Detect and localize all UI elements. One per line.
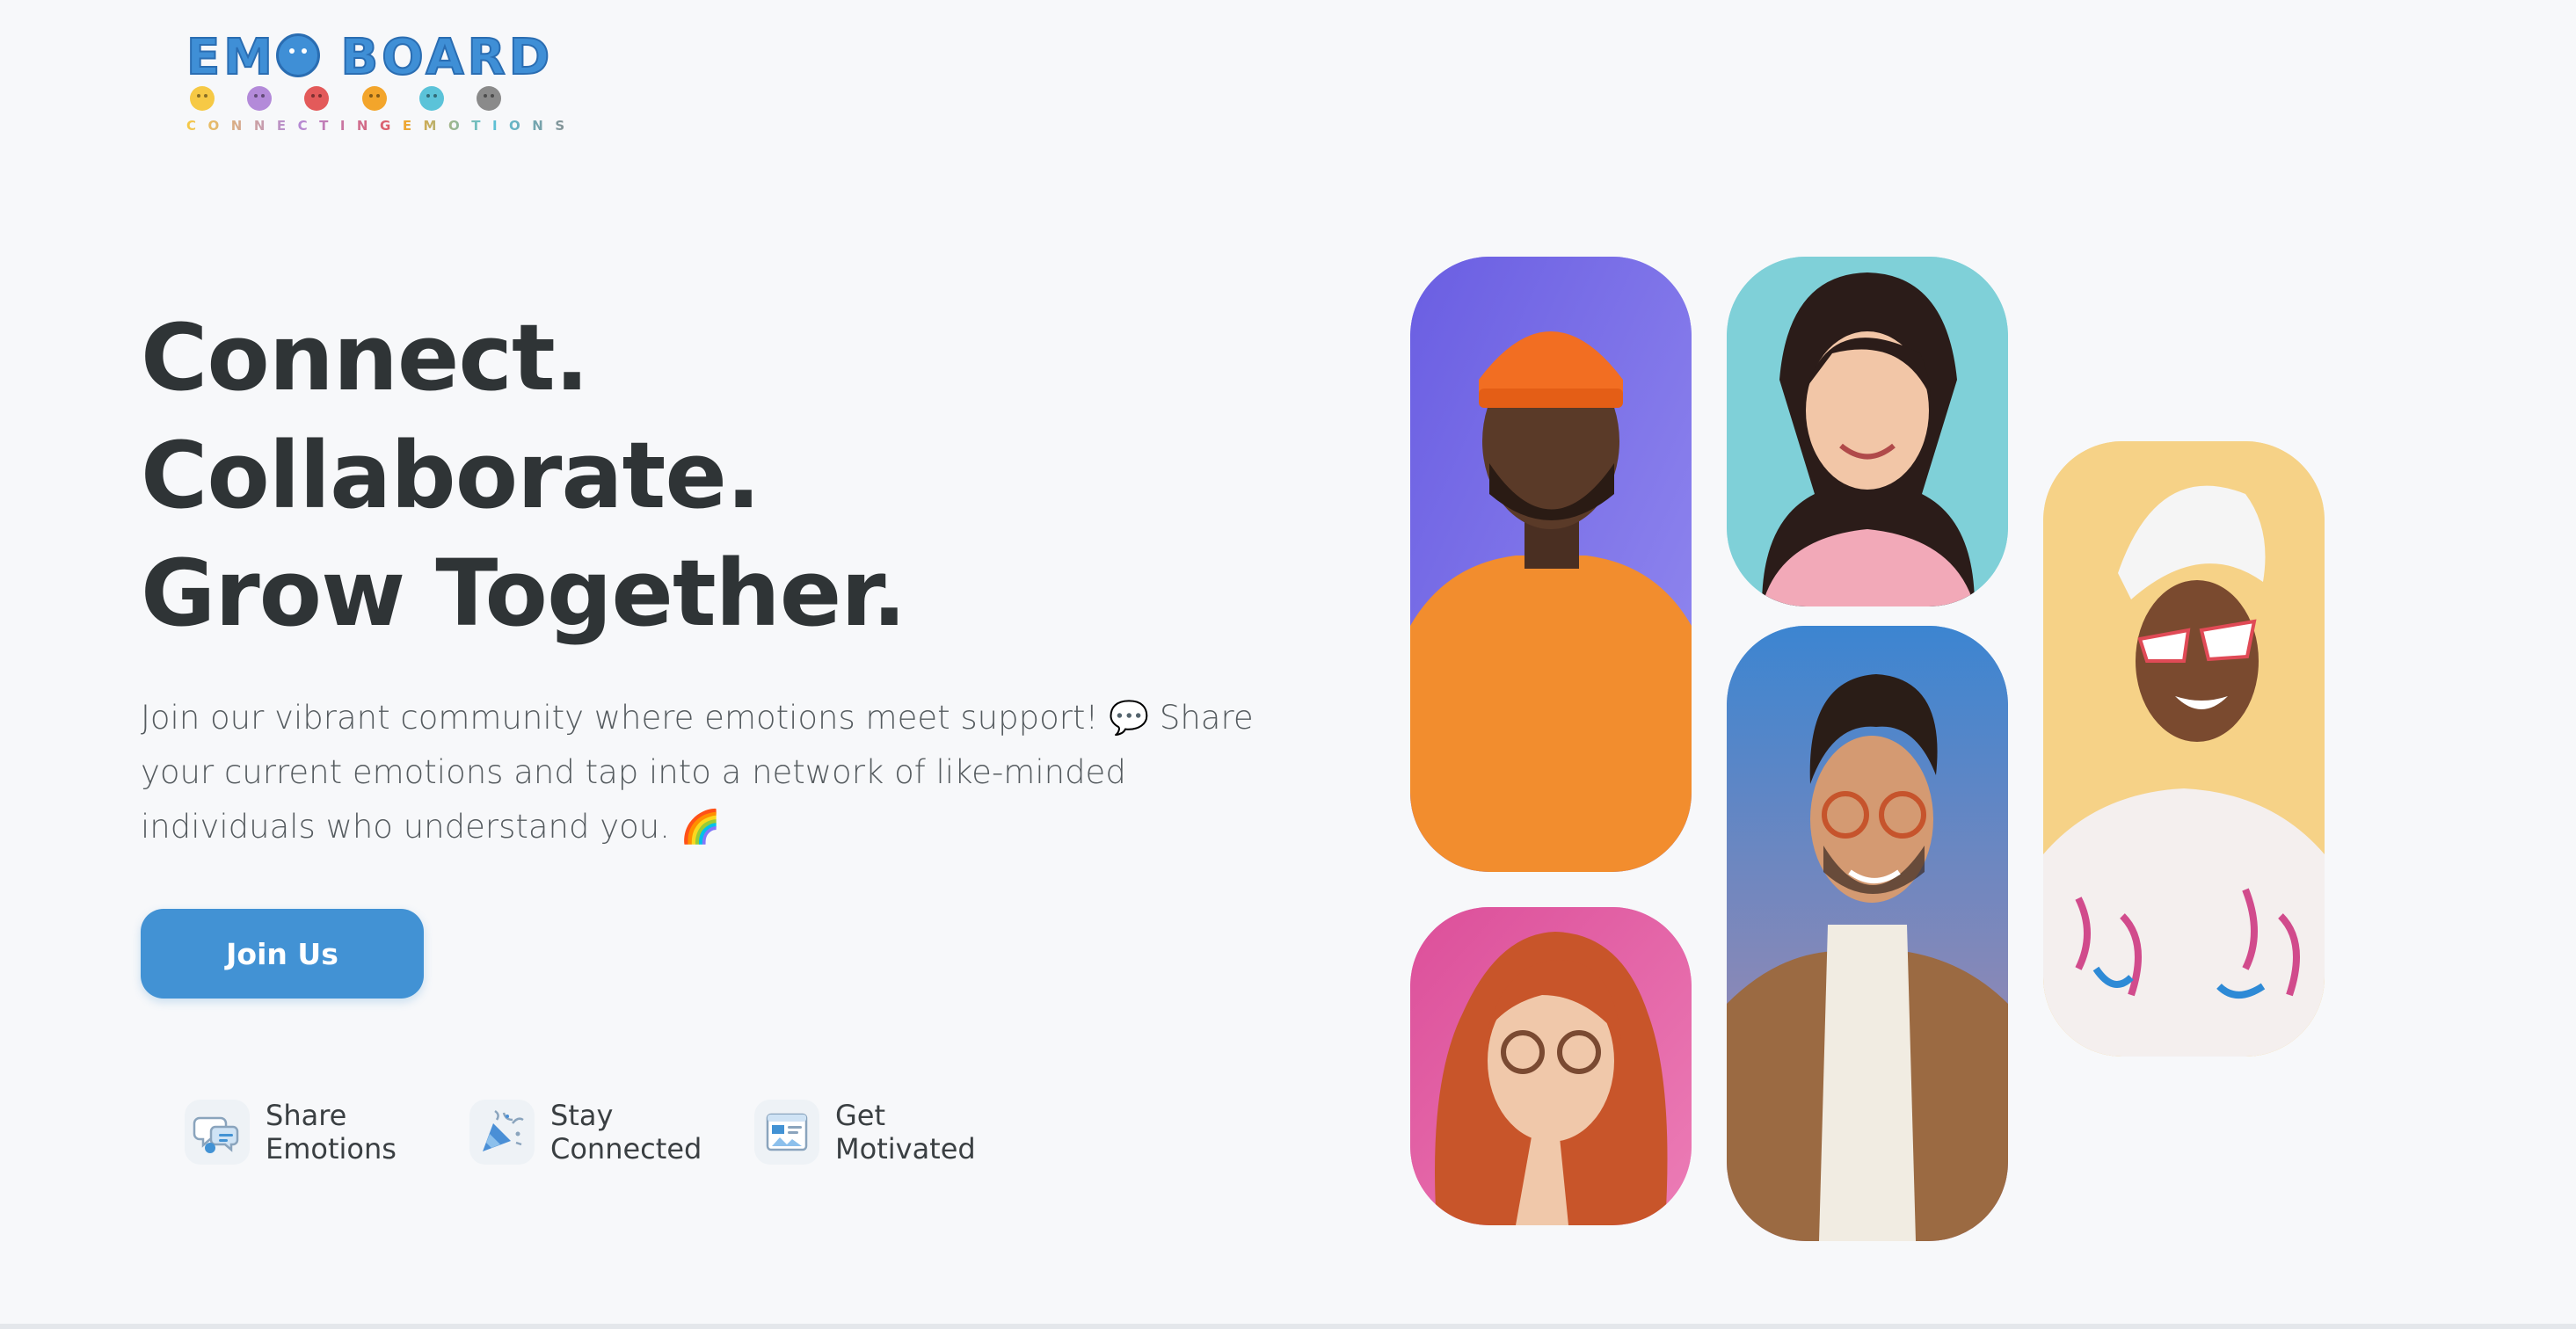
news-board-icon [754,1100,819,1165]
logo-wordmark: EM BOARD [186,29,554,86]
sad-face-icon [247,86,273,111]
smiling-woman-pink-sweater-photo [1727,257,2008,606]
feature-share-emotions: Share Emotions [185,1099,433,1166]
logo-tagline-right: EMOTIONS [402,118,577,134]
feature-label-share-emotions: Share Emotions [266,1099,397,1166]
logo-emotion-faces [186,86,505,111]
party-popper-icon [469,1100,535,1165]
headline-line-collaborate: Collaborate. [141,422,760,529]
feature-label-get-motivated: Get Motivated [835,1099,976,1166]
join-us-button[interactable]: Join Us [141,909,424,999]
logo-tagline-left: CONNECTING [186,118,403,134]
logo-word-start: EM [186,29,276,86]
logo-word-end: BOARD [319,29,554,86]
feature-list: Share Emotions Stay Connected Get Motiva… [185,1099,1039,1166]
logo-smiley-o-icon [275,33,320,77]
surprised-face-icon [361,86,387,111]
feature-label-stay-connected: Stay Connected [550,1099,702,1166]
feature-get-motivated: Get Motivated [754,1099,1002,1166]
hero-headline: Connect. Collaborate. Grow Together. [141,299,906,652]
emo-board-logo[interactable]: EM BOARD CONNECTING EMOTIONS [186,31,564,137]
feature-stay-connected: Stay Connected [469,1099,717,1166]
redhead-woman-glasses-photo [1410,907,1692,1225]
happy-face-icon [190,86,215,111]
hero-description: Join our vibrant community where emotion… [141,699,1254,846]
man-glasses-turtleneck-photo [1727,626,2008,1241]
angry-face-icon [304,86,330,111]
headline-line-grow-together: Grow Together. [141,540,906,647]
logo-tagline: CONNECTING EMOTIONS [186,118,564,134]
neutral-face-icon [476,86,501,111]
crying-face-icon [418,86,444,111]
chat-bubble-icon [185,1100,250,1165]
bottom-divider [0,1324,2576,1329]
headline-line-connect: Connect. [141,304,589,411]
man-orange-beanie-photo [1410,257,1692,872]
woman-white-sunglasses-towel-photo [2043,441,2325,1057]
